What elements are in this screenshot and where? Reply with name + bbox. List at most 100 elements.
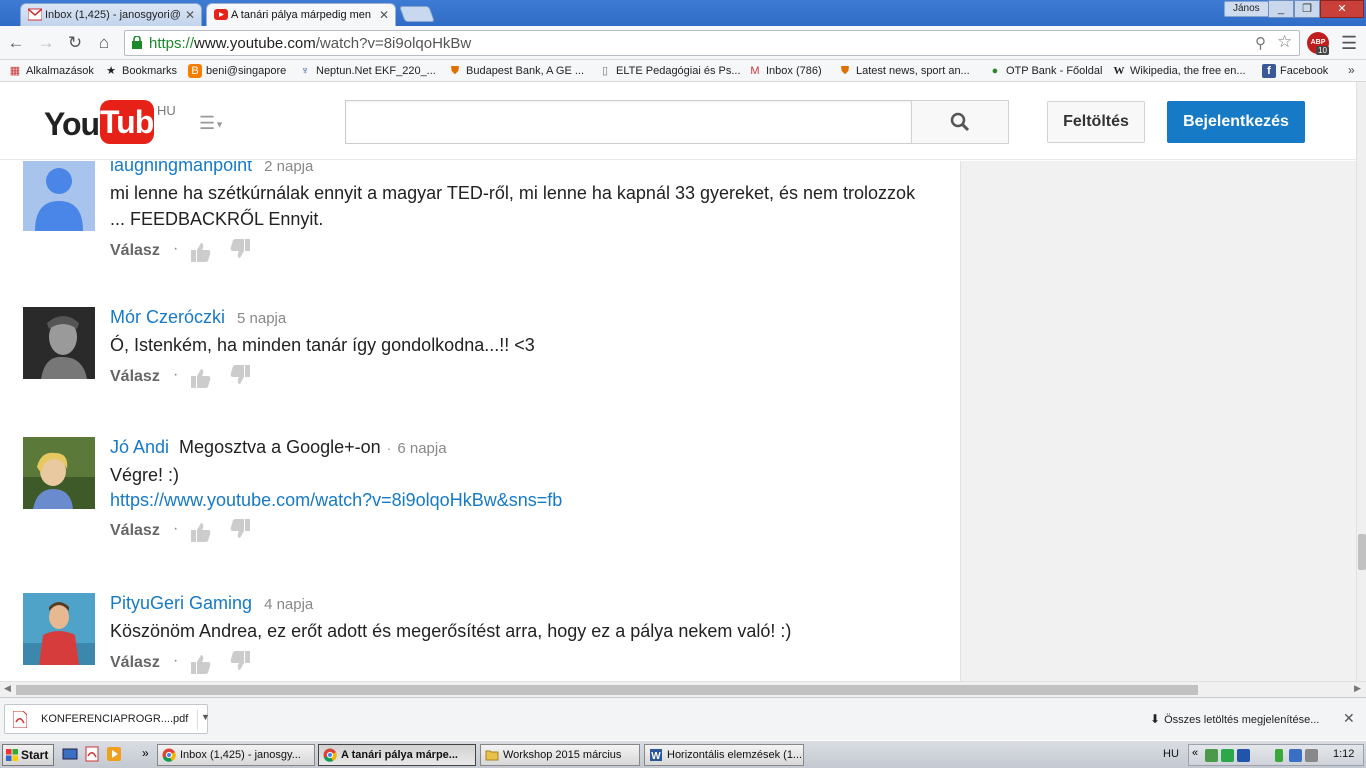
back-button[interactable]: ← [4,31,28,55]
start-button[interactable]: Start [2,744,54,766]
gmail-icon [28,8,42,21]
volume-icon[interactable] [1305,749,1318,762]
show-all-downloads-link[interactable]: ⬇ Összes letöltés megjelenítése... [1150,712,1319,726]
language-indicator[interactable]: HU [1163,748,1179,760]
restore-button[interactable]: ❐ [1294,0,1320,18]
tray-expand-icon[interactable]: « [1192,747,1198,759]
avatar[interactable] [23,437,95,509]
avatar[interactable] [23,161,95,231]
word-icon: W [650,749,662,762]
youtube-masthead: You Tube HU ☰▼ Feltöltés Bejelentkezés [0,82,1356,160]
bookmark-budapest-bank[interactable]: ⛊ Budapest Bank, A GE ... [448,63,584,79]
bookmark-neptun[interactable]: ♆ Neptun.Net EKF_220_... [298,63,436,79]
comment-time[interactable]: 5 napja [237,310,286,327]
thumbs-up-icon[interactable] [190,521,212,543]
bookmark-apps[interactable]: ▦ Alkalmazások [8,63,94,79]
search-button[interactable] [911,100,1009,144]
chrome-menu-icon[interactable]: ☰ [1341,33,1357,54]
bookmark-gmail-inbox[interactable]: M Inbox (786) [748,63,821,79]
reply-button[interactable]: Válasz [110,242,160,260]
bookmark-star-icon[interactable]: ☆ [1277,32,1292,52]
address-bar[interactable]: https://www.youtube.com/watch?v=8i9olqoH… [124,30,1300,56]
reply-button[interactable]: Válasz [110,522,160,540]
zoom-icon[interactable]: ⚲ [1255,34,1266,52]
comment-author[interactable]: laughingmanpoint [110,161,252,175]
bookmark-facebook[interactable]: f Facebook [1262,63,1328,79]
taskbar-item-chrome-inbox[interactable]: Inbox (1,425) - janosgy... [157,744,315,766]
thumbs-down-icon[interactable] [229,364,251,386]
show-desktop-icon[interactable] [62,746,78,762]
comment-time[interactable]: 6 napja [397,440,446,457]
vertical-scrollbar[interactable] [1356,82,1366,681]
thumbs-down-icon[interactable] [229,650,251,672]
clock[interactable]: 1:12 [1333,748,1354,760]
quick-launch-overflow-icon[interactable]: » [142,746,149,760]
close-downloads-icon[interactable]: ✕ [1343,710,1355,727]
system-tray: « 1:12 [1188,744,1364,766]
minimize-button[interactable]: _ [1268,0,1294,18]
reply-button[interactable]: Válasz [110,368,160,386]
close-tab-icon[interactable]: ✕ [379,4,389,26]
connection-icon[interactable] [1289,749,1302,762]
logo-tube-text: Tube [100,100,171,144]
reload-button[interactable]: ↻ [63,31,87,55]
network-icon[interactable] [1205,749,1218,762]
page-icon: ▯ [601,65,609,77]
comment-author[interactable]: Mór Czeróczki [110,307,225,327]
horizontal-scrollbar[interactable]: ◀ ▶ [0,681,1366,697]
security-icon[interactable] [1221,749,1234,762]
taskbar-item-chrome-youtube[interactable]: A tanári pálya márpe... [318,744,476,766]
comment-author[interactable]: PityuGeri Gaming [110,593,252,613]
tab-youtube-video[interactable]: A tanári pálya márpedig men ✕ [206,3,396,26]
sign-in-button[interactable]: Bejelentkezés [1167,101,1305,143]
forward-button[interactable]: → [34,31,58,55]
close-window-button[interactable]: ✕ [1320,0,1364,18]
scroll-left-icon[interactable]: ◀ [4,683,11,694]
bookmark-wikipedia[interactable]: W Wikipedia, the free en... [1112,63,1246,79]
thumbs-down-icon[interactable] [229,238,251,260]
bookmark-blogger[interactable]: Bbeni@singapore [188,63,286,79]
comment-link[interactable]: https://www.youtube.com/watch?v=8i9olqoH… [110,488,930,513]
avatar[interactable] [23,593,95,665]
taskbar-item-word-document[interactable]: W Horizontális elemzések (1... [644,744,804,766]
bookmark-elte[interactable]: ▯ ELTE Pedagógiai és Ps... [598,63,741,79]
bookmark-otp-bank[interactable]: ● OTP Bank - Főoldal [988,63,1103,79]
bookmark-bookmarks[interactable]: ★ Bookmarks [104,63,177,79]
chrome-icon [323,748,337,762]
new-tab-button[interactable] [399,6,435,22]
pdf-reader-icon[interactable] [84,746,100,762]
scroll-right-icon[interactable]: ▶ [1354,683,1361,694]
close-tab-icon[interactable]: ✕ [185,4,195,26]
bookmarks-overflow-icon[interactable]: » [1348,63,1355,77]
tab-gmail-inbox[interactable]: Inbox (1,425) - janosgyori@ ✕ [20,3,202,26]
comment-time[interactable]: 2 napja [264,161,313,175]
bookmark-latest-news[interactable]: ⛊ Latest news, sport an... [838,63,970,79]
tab-strip: Inbox (1,425) - janosgyori@ ✕ A tanári p… [0,0,1366,26]
taskbar-item-workshop[interactable]: Workshop 2015 március [480,744,640,766]
profile-button[interactable]: János [1224,1,1269,17]
avatar[interactable] [23,307,95,379]
comment-time[interactable]: 4 napja [264,596,313,613]
home-icon[interactable]: ⌂ [92,31,116,55]
vertical-scroll-thumb[interactable] [1358,534,1366,570]
thumbs-down-icon[interactable] [229,518,251,540]
reply-button[interactable]: Válasz [110,654,160,672]
horizontal-scroll-thumb[interactable] [16,685,1198,695]
comment-author[interactable]: Jó Andi [110,437,169,457]
guide-menu-icon[interactable]: ☰▼ [199,114,233,132]
chevron-down-icon[interactable]: ▼ [197,710,210,730]
star-icon: ★ [106,65,116,77]
battery-icon[interactable] [1275,749,1283,762]
search-input[interactable] [345,100,912,144]
facebook-icon: f [1262,64,1276,78]
monitor-icon[interactable] [1237,749,1250,762]
comment-actions: Válasz · [110,518,930,548]
tab-title: A tanári pálya márpedig men [231,9,372,21]
thumbs-up-icon[interactable] [190,241,212,263]
thumbs-up-icon[interactable] [190,367,212,389]
tab-title: Inbox (1,425) - janosgyori@ [45,9,181,21]
download-item[interactable]: KONFERENCIAPROGR....pdf ▼ [4,704,210,734]
media-player-icon[interactable] [106,746,122,762]
thumbs-up-icon[interactable] [190,653,212,675]
upload-button[interactable]: Feltöltés [1047,101,1145,143]
